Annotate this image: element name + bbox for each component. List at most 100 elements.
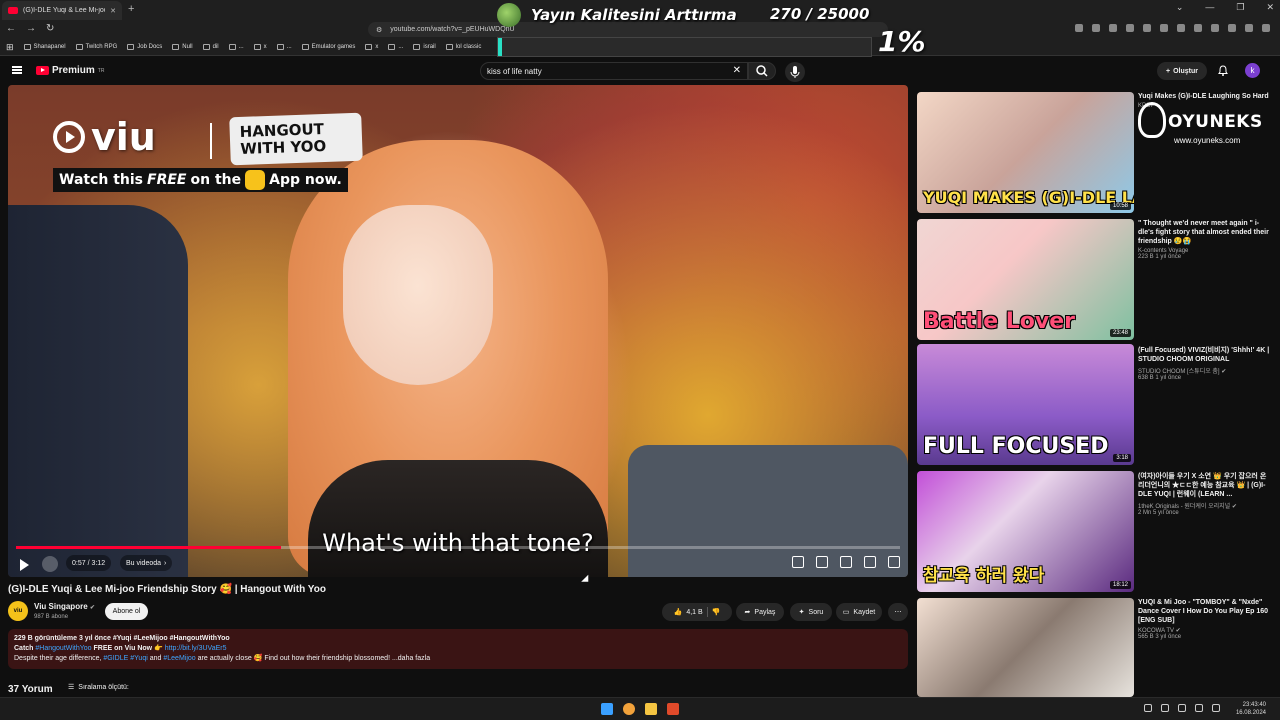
extension-icon[interactable]: [1109, 24, 1117, 32]
extension-icon[interactable]: [1160, 24, 1168, 32]
bookmark-item[interactable]: Job Docs: [127, 44, 162, 50]
extension-icon[interactable]: [1092, 24, 1100, 32]
rec-thumbnail[interactable]: [917, 598, 1134, 697]
folder-icon: [228, 44, 236, 50]
channel-avatar[interactable]: viu: [8, 601, 28, 621]
like-dislike-button[interactable]: 👍 4,1 B 👎: [662, 603, 732, 621]
microphone-icon: [790, 66, 800, 78]
browser-tab[interactable]: (G)I-DLE Yuqi & Lee Mi-joo F ✕: [2, 1, 122, 20]
search-taskbar-icon[interactable]: [623, 703, 635, 715]
bookmark-item[interactable]: Shanapanel: [23, 44, 66, 50]
brave-browser-icon[interactable]: [667, 703, 679, 715]
rec-thumbnail[interactable]: FULL FOCUSED 3:18: [917, 344, 1134, 465]
search-button[interactable]: [748, 62, 776, 80]
rec-meta[interactable]: " Thought we'd never meet again " i-dle'…: [1138, 219, 1270, 260]
system-clock[interactable]: 23:43:40 16.08.2024: [1236, 701, 1266, 717]
youtube-logo[interactable]: Premium TR: [36, 65, 104, 76]
sort-comments-button[interactable]: ☰ Sıralama ölçütü:: [68, 683, 129, 692]
file-explorer-icon[interactable]: [645, 703, 657, 715]
extension-icon[interactable]: [1143, 24, 1151, 32]
extension-icon[interactable]: [1262, 24, 1270, 32]
voice-search-button[interactable]: [785, 62, 805, 82]
close-tab-icon[interactable]: ✕: [110, 7, 116, 15]
create-button[interactable]: + Oluştur: [1157, 62, 1207, 80]
close-window-icon[interactable]: ✕: [1266, 2, 1274, 13]
play-icon[interactable]: [20, 559, 29, 571]
bookmark-item[interactable]: ...: [276, 44, 292, 50]
autoplay-toggle-icon[interactable]: [792, 556, 804, 568]
ask-button[interactable]: ✦ Soru: [790, 603, 832, 621]
stream-goal-percent: 1%: [878, 25, 926, 58]
viu-logo-text: viu: [91, 115, 156, 159]
more-actions-button[interactable]: ⋯: [888, 603, 908, 621]
notifications-bell-icon[interactable]: [1218, 65, 1228, 76]
restore-icon[interactable]: ❐: [1236, 2, 1244, 13]
network-icon[interactable]: [1195, 704, 1203, 712]
windows-start-icon[interactable]: [601, 703, 613, 715]
youtube-favicon-icon: [8, 7, 18, 14]
video-player[interactable]: viu HANGOUT WITH YOO Watch this FREE on …: [8, 85, 908, 577]
minimize-icon[interactable]: —: [1205, 2, 1214, 13]
video-description[interactable]: 229 B görüntüleme 3 yıl önce #Yuqi #LeeM…: [8, 629, 908, 669]
chevron-down-icon[interactable]: ⌄: [1176, 2, 1184, 13]
apps-grid-icon[interactable]: ⊞: [6, 42, 14, 53]
create-label: Oluştur: [1173, 67, 1198, 75]
account-avatar[interactable]: k: [1245, 63, 1260, 78]
share-button[interactable]: ➦ Paylaş: [736, 603, 784, 621]
video-progress-bar[interactable]: [16, 546, 900, 549]
bookmark-item[interactable]: ...: [388, 44, 403, 50]
extension-icon[interactable]: [1075, 24, 1083, 32]
bookmark-item[interactable]: ...: [228, 44, 244, 50]
theater-mode-icon[interactable]: [864, 556, 876, 568]
youtube-play-icon: [36, 66, 49, 75]
bookmark-item[interactable]: Emulator games: [301, 44, 355, 50]
extension-icon[interactable]: [1126, 24, 1134, 32]
folder-icon: [365, 44, 373, 50]
menu-icon[interactable]: [12, 66, 22, 74]
sort-icon: ☰: [68, 684, 75, 691]
fullscreen-icon[interactable]: [888, 556, 900, 568]
save-button[interactable]: ▭ Kaydet: [836, 603, 882, 621]
oyuneks-logo-icon: [1138, 102, 1166, 138]
rec-thumbnail[interactable]: 참교육 하러 왔다 18:12: [917, 471, 1134, 592]
rec-title: YUQI & Mi Joo - "TOMBOY" & "Nxde" Dance …: [1138, 599, 1269, 624]
extension-icon[interactable]: [1228, 24, 1236, 32]
rec-meta[interactable]: (여자)아이들 우기 X 소연 👑 우기 잡으러 온 리더언니의 ★ㄷㄷ한 예능…: [1138, 472, 1270, 516]
forward-icon[interactable]: →: [26, 23, 36, 34]
bookmark-item[interactable]: Twitch RPG: [75, 44, 117, 50]
viu-play-icon: [53, 121, 85, 153]
chevron-up-icon[interactable]: [1144, 704, 1152, 712]
subtitles-icon[interactable]: [816, 556, 828, 568]
search-input[interactable]: kiss of life natty ✕: [480, 62, 748, 80]
rec-thumbnail[interactable]: YUQI MAKES (G)I-DLE LAUGH 10:58: [917, 92, 1134, 213]
language-icon[interactable]: [1178, 704, 1186, 712]
bookmark-item[interactable]: x: [365, 44, 378, 50]
bookmark-item[interactable]: dil: [202, 44, 219, 50]
rec-meta[interactable]: YUQI & Mi Joo - "TOMBOY" & "Nxde" Dance …: [1138, 598, 1270, 640]
settings-gear-icon[interactable]: [840, 556, 852, 568]
rec-title: (Full Focused) VIVIZ(비비지) 'Shhh!' 4K | S…: [1138, 347, 1270, 363]
new-tab-button[interactable]: +: [128, 3, 134, 15]
extension-icon[interactable]: [1245, 24, 1253, 32]
bookmark-item[interactable]: lol classic: [445, 44, 481, 50]
rec-thumbnail[interactable]: Battle Lover 23:48: [917, 219, 1134, 340]
bookmark-item[interactable]: israil: [413, 44, 436, 50]
speaker-icon[interactable]: [1212, 704, 1220, 712]
extension-icon[interactable]: [1211, 24, 1219, 32]
bookmark-item[interactable]: Null: [172, 44, 193, 50]
rec-meta[interactable]: (Full Focused) VIVIZ(비비지) 'Shhh!' 4K | S…: [1138, 346, 1270, 381]
extension-icon[interactable]: [1194, 24, 1202, 32]
reload-icon[interactable]: ↻: [46, 23, 54, 34]
sponsor-url: www.oyuneks.com: [1174, 136, 1241, 145]
microphone-tray-icon[interactable]: [1161, 704, 1169, 712]
back-icon[interactable]: ←: [6, 23, 16, 34]
channel-name[interactable]: Viu Singapore ✔: [34, 602, 95, 611]
player-controls: 0:57 / 3:12 Bu videoda ›: [8, 553, 908, 577]
volume-icon[interactable]: [42, 556, 58, 572]
chapter-button[interactable]: Bu videoda ›: [120, 555, 173, 571]
subscribe-button[interactable]: Abone ol: [105, 603, 148, 620]
bookmark-item[interactable]: x: [253, 44, 267, 50]
extension-icon[interactable]: [1177, 24, 1185, 32]
clear-search-icon[interactable]: ✕: [733, 65, 741, 76]
site-info-icon[interactable]: ⚙: [376, 26, 382, 34]
